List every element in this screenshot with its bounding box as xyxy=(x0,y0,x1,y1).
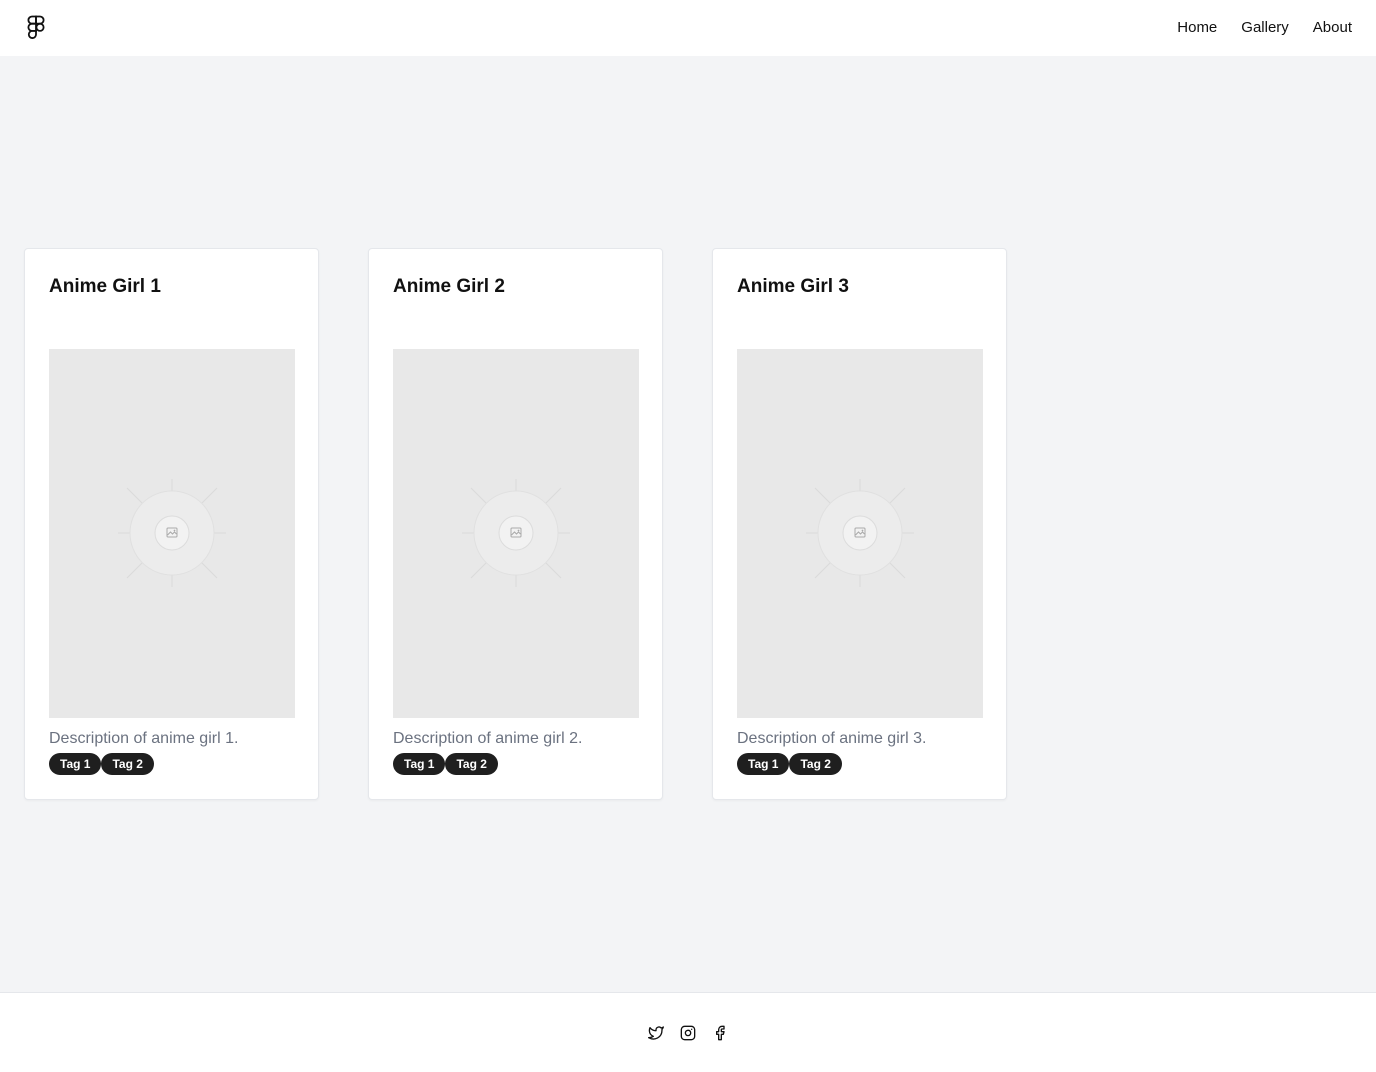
instagram-icon xyxy=(680,1025,696,1040)
tag-list: Tag 1 Tag 2 xyxy=(737,753,842,775)
card-description: Description of anime girl 2. xyxy=(393,730,583,747)
card-description: Description of anime girl 3. xyxy=(737,730,927,747)
main-nav: Home Gallery About xyxy=(1177,18,1352,38)
tag-badge[interactable]: Tag 2 xyxy=(101,753,154,775)
card-image[interactable] xyxy=(49,349,295,718)
figma-logo-icon xyxy=(27,15,45,39)
tag-badge[interactable]: Tag 2 xyxy=(445,753,498,775)
gallery-card[interactable]: Anime Girl 1 Description of anime girl 1… xyxy=(24,248,319,800)
twitter-link[interactable] xyxy=(648,1025,664,1041)
card-image[interactable] xyxy=(393,349,639,718)
site-footer xyxy=(0,992,1376,1072)
image-placeholder-icon xyxy=(462,479,570,587)
nav-home-link[interactable]: Home xyxy=(1177,18,1217,38)
gallery-card[interactable]: Anime Girl 3 Description of anime girl 3… xyxy=(712,248,1007,800)
nav-about-link[interactable]: About xyxy=(1313,18,1352,38)
card-title: Anime Girl 2 xyxy=(393,276,505,297)
card-description: Description of anime girl 1. xyxy=(49,730,239,747)
card-image[interactable] xyxy=(737,349,983,718)
tag-badge[interactable]: Tag 2 xyxy=(789,753,842,775)
top-navbar: Home Gallery About xyxy=(0,0,1376,56)
twitter-icon xyxy=(648,1025,664,1040)
nav-gallery-link[interactable]: Gallery xyxy=(1241,18,1289,38)
image-placeholder-icon xyxy=(118,479,226,587)
tag-list: Tag 1 Tag 2 xyxy=(393,753,498,775)
gallery-grid: Anime Girl 1 Description of anime girl 1… xyxy=(24,248,1007,800)
image-placeholder-icon xyxy=(806,479,914,587)
instagram-link[interactable] xyxy=(680,1025,696,1041)
facebook-icon xyxy=(716,1025,725,1040)
card-title: Anime Girl 3 xyxy=(737,276,849,297)
card-title: Anime Girl 1 xyxy=(49,276,161,297)
tag-badge[interactable]: Tag 1 xyxy=(393,753,446,775)
tag-list: Tag 1 Tag 2 xyxy=(49,753,154,775)
tag-badge[interactable]: Tag 1 xyxy=(737,753,790,775)
facebook-link[interactable] xyxy=(712,1025,728,1041)
gallery-card[interactable]: Anime Girl 2 Description of anime girl 2… xyxy=(368,248,663,800)
tag-badge[interactable]: Tag 1 xyxy=(49,753,102,775)
logo-link[interactable] xyxy=(26,15,46,41)
